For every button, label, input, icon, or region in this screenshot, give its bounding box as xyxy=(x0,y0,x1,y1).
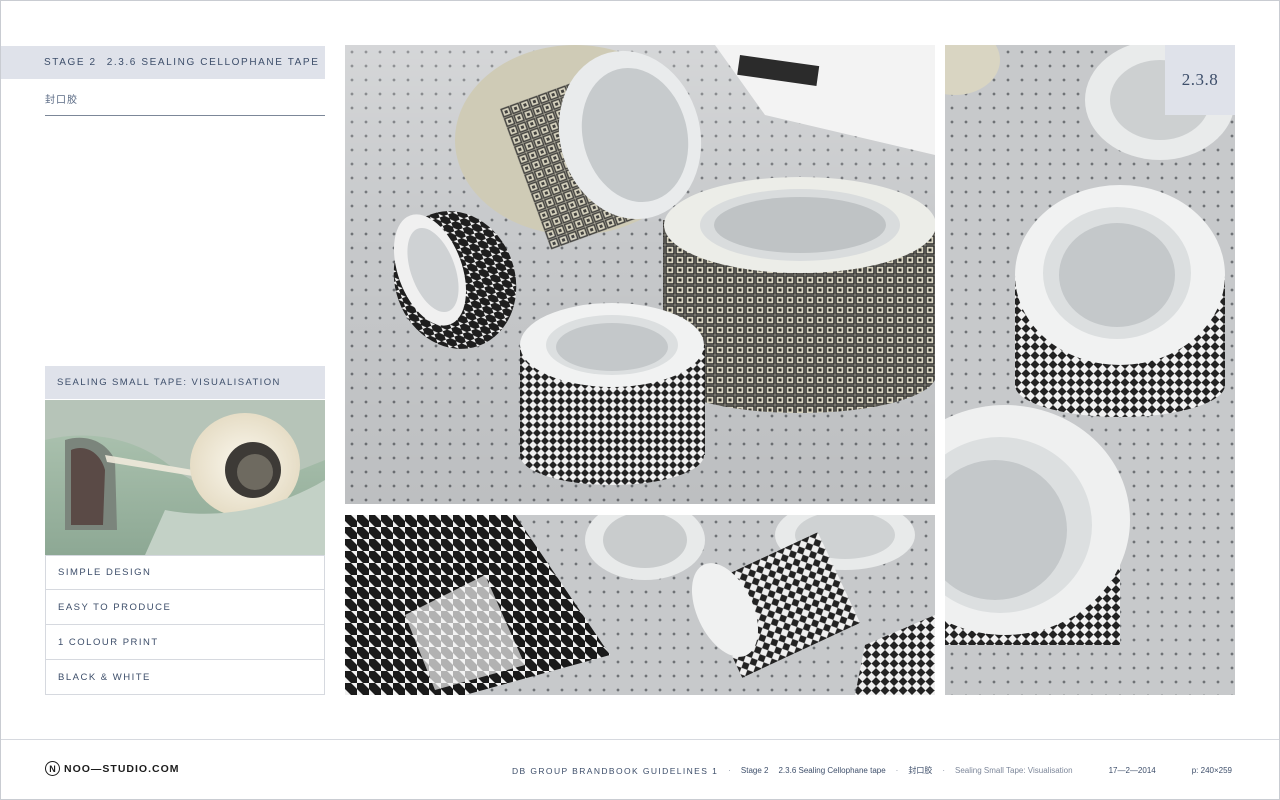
feature-item: Simple Design xyxy=(45,555,325,590)
tape-rolls-right-photo xyxy=(945,45,1235,695)
footer-divider xyxy=(1,739,1279,740)
logo-mark-icon: N xyxy=(45,761,60,776)
footer-section: 2.3.6 Sealing Cellophane tape xyxy=(778,766,886,775)
footer-visualisation: Sealing Small Tape: Visualisation xyxy=(955,766,1073,775)
footer-page: p: 240×259 xyxy=(1191,766,1232,775)
footer-separator: · xyxy=(942,766,946,775)
tape-rolls-bottom-photo xyxy=(345,515,935,695)
tape-dispenser-photo xyxy=(45,400,325,555)
footer-brandbook: DB GROUP BRANDBOOK GUIDELINES 1 xyxy=(512,765,719,776)
footer-separator: · xyxy=(895,766,899,775)
tape-rolls-main-photo xyxy=(345,45,935,504)
chinese-label: 封口胶 xyxy=(45,95,78,106)
feature-item: Black & White xyxy=(45,660,325,695)
feature-item: 1 Colour Print xyxy=(45,625,325,660)
studio-logo[interactable]: N NOO—STUDIO.COM xyxy=(45,761,180,776)
section-title: 2.3.6 Sealing Cellophane tape xyxy=(106,57,320,68)
feature-list: Simple Design Easy to Produce 1 Colour P… xyxy=(45,555,325,695)
footer-info: DB GROUP BRANDBOOK GUIDELINES 1 · Stage … xyxy=(502,765,1232,776)
footer-date: 17—2—2014 xyxy=(1108,766,1156,775)
page-number-badge: 2.3.8 xyxy=(1165,45,1235,115)
visualisation-header: Sealing Small Tape: Visualisation xyxy=(45,366,325,399)
logo-text: NOO—STUDIO.COM xyxy=(64,762,180,775)
footer-stage: Stage 2 xyxy=(740,766,769,775)
feature-item: Easy to Produce xyxy=(45,590,325,625)
stage-label: Stage 2 xyxy=(44,57,97,68)
visualisation-title: Sealing Small Tape: Visualisation xyxy=(57,377,281,388)
divider xyxy=(45,115,325,116)
footer-separator: · xyxy=(728,766,731,775)
stage-header: Stage 2 2.3.6 Sealing Cellophane tape xyxy=(1,46,325,79)
footer-chinese: 封口胶 xyxy=(908,766,933,775)
